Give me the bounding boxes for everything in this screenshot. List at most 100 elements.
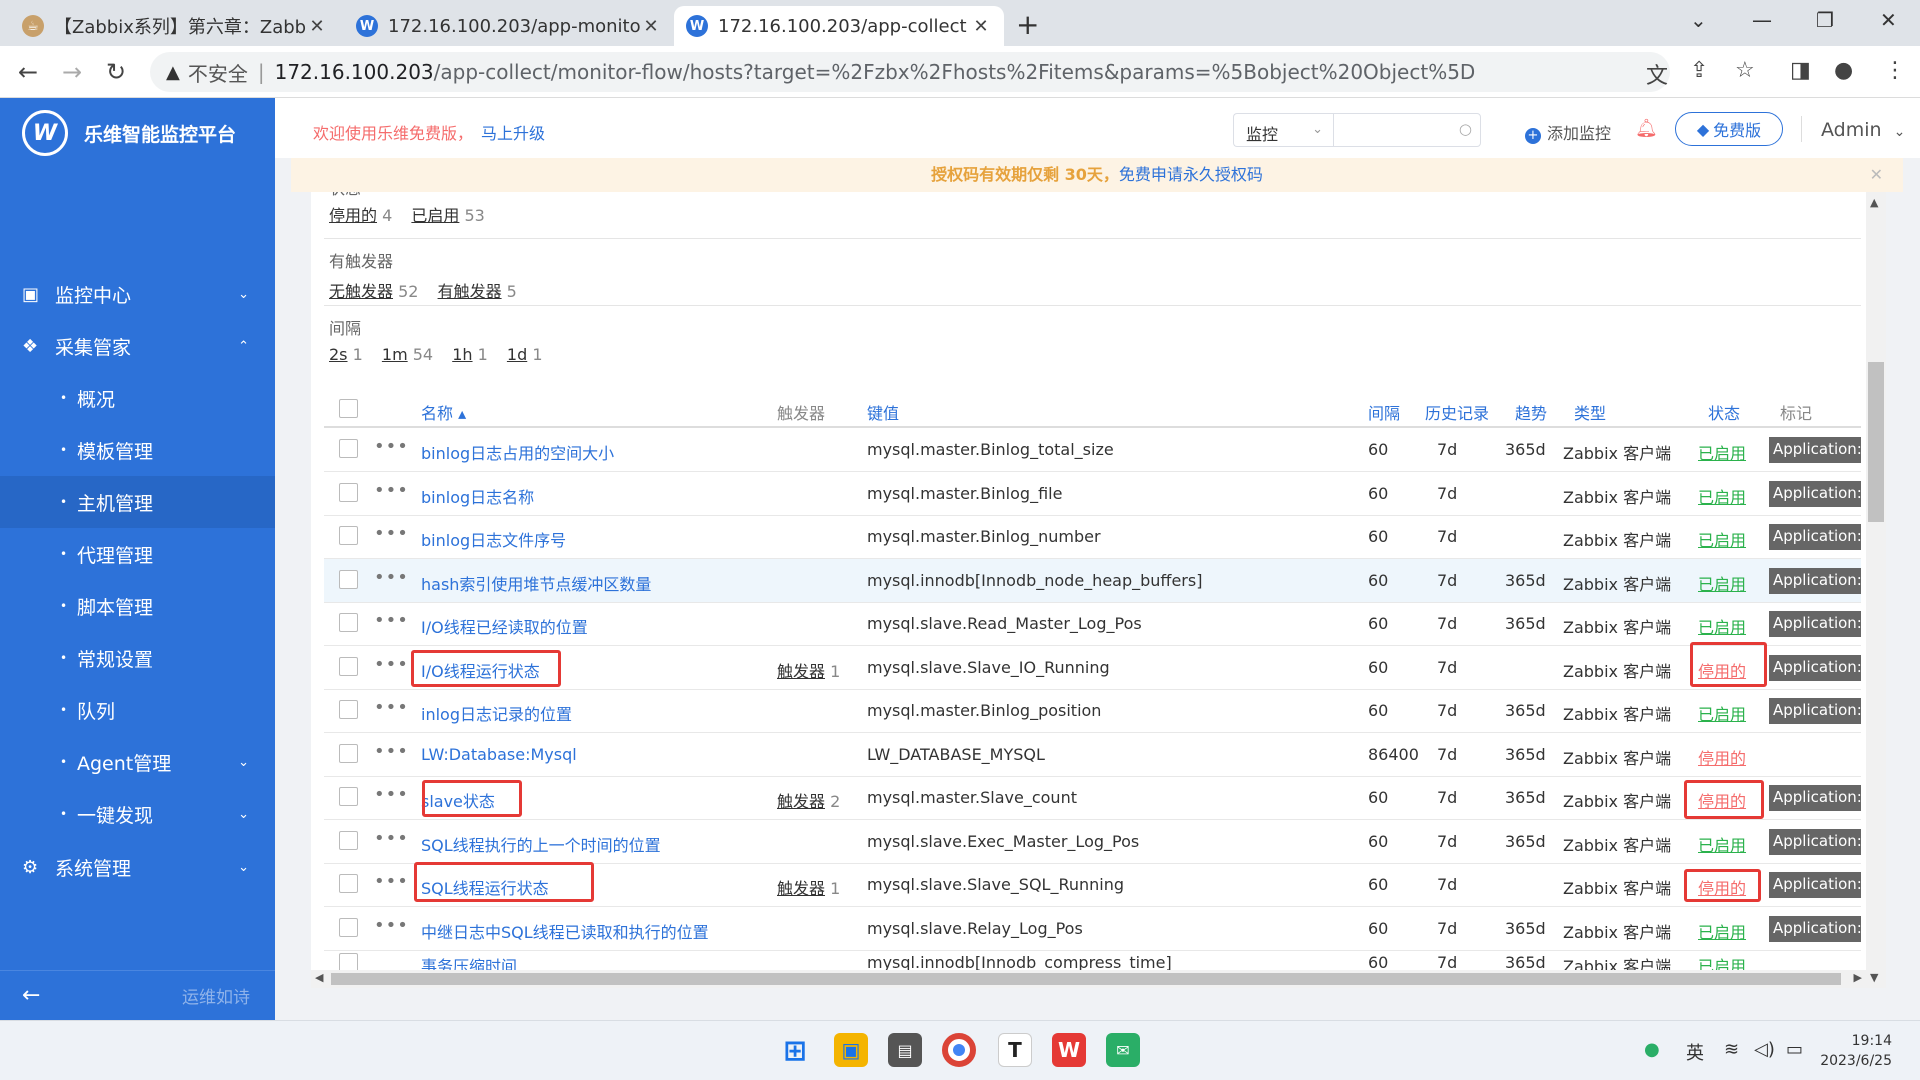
more-actions-icon[interactable]: •••: [374, 567, 409, 588]
filter-option[interactable]: 已启用: [411, 206, 459, 225]
item-status[interactable]: 已启用: [1698, 527, 1746, 551]
close-icon[interactable]: ✕: [1870, 158, 1883, 192]
url-field[interactable]: ▲ 不安全 | 172.16.100.203/app-collect/monit…: [150, 52, 1670, 92]
item-name-link[interactable]: binlog日志占用的空间大小: [421, 440, 614, 464]
select-all-checkbox[interactable]: [339, 399, 358, 418]
volume-icon[interactable]: ◁): [1754, 1039, 1775, 1060]
more-actions-icon[interactable]: •••: [374, 523, 409, 544]
share-icon[interactable]: ⇪: [1690, 58, 1708, 83]
system-clock[interactable]: 19:14 2023/6/25: [1820, 1031, 1892, 1071]
new-tab-button[interactable]: +: [1016, 8, 1039, 41]
column-type[interactable]: 类型: [1574, 400, 1606, 424]
tab-search-icon[interactable]: ⌄: [1690, 8, 1707, 32]
profile-avatar-icon[interactable]: ●: [1834, 58, 1853, 83]
sidebar-item-script-management[interactable]: • 脚本管理: [0, 580, 275, 632]
maximize-icon[interactable]: ❐: [1816, 8, 1834, 32]
table-row[interactable]: ••• binlog日志名称 mysql.master.Binlog_file 60 7…: [324, 472, 1861, 516]
table-row[interactable]: ••• I/O线程已经读取的位置 mysql.slave.Read_Master_L…: [324, 602, 1861, 646]
browser-tab-3-active[interactable]: W 172.16.100.203/app-collect ✕: [674, 6, 1004, 46]
sidebar-item-template-management[interactable]: • 模板管理: [0, 424, 275, 476]
table-row[interactable]: ••• binlog日志占用的空间大小 mysql.master.Binlog_to…: [324, 428, 1861, 472]
search-scope-select[interactable]: 监控 ⌄: [1233, 113, 1333, 147]
more-actions-icon[interactable]: •••: [374, 480, 409, 501]
more-actions-icon[interactable]: •••: [374, 915, 409, 936]
table-row[interactable]: ••• SQL线程执行的上一个时间的位置 mysql.slave.Exec_Mast…: [324, 820, 1861, 864]
table-row[interactable]: ••• LW:Database:Mysql LW_DATABASE_MYSQL 864…: [324, 733, 1861, 777]
more-actions-icon[interactable]: •••: [374, 610, 409, 631]
table-row[interactable]: ••• slave状态 触发器 2 mysql.master.Slave_count 6…: [324, 776, 1861, 820]
row-checkbox[interactable]: [339, 613, 358, 632]
sidepanel-icon[interactable]: ◨: [1790, 58, 1811, 83]
item-name-link[interactable]: SQL线程执行的上一个时间的位置: [421, 832, 661, 856]
sidebar-item-general-settings[interactable]: • 常规设置: [0, 632, 275, 684]
more-actions-icon[interactable]: •••: [374, 784, 409, 805]
sidebar-item-system-management[interactable]: ⚙ 系统管理 ⌄: [0, 841, 275, 893]
column-trends[interactable]: 趋势: [1515, 400, 1547, 424]
table-row[interactable]: ••• 中继日志中SQL线程已读取和执行的位置 mysql.slave.Relay_…: [324, 907, 1861, 951]
sidebar-item-collect-manager[interactable]: ❖ 采集管家 ⌃: [0, 320, 275, 372]
browser-menu-icon[interactable]: ⋮: [1884, 58, 1906, 83]
column-interval[interactable]: 间隔: [1368, 400, 1400, 424]
row-checkbox[interactable]: [339, 744, 358, 763]
row-checkbox[interactable]: [339, 787, 358, 806]
sidebar-item-queue[interactable]: • 队列: [0, 684, 275, 736]
item-status[interactable]: 已启用: [1698, 701, 1746, 725]
row-checkbox[interactable]: [339, 439, 358, 458]
sidebar-item-agent-management[interactable]: • Agent管理 ⌄: [0, 736, 275, 788]
wechat-tray-icon[interactable]: ●: [1644, 1039, 1660, 1060]
item-status[interactable]: 已启用: [1698, 484, 1746, 508]
item-triggers[interactable]: 触发器 1: [777, 658, 840, 682]
minimize-icon[interactable]: —: [1752, 8, 1772, 32]
sidebar-item-auto-discovery[interactable]: • 一键发现 ⌄: [0, 788, 275, 840]
window-close-icon[interactable]: ✕: [1880, 8, 1897, 32]
file-explorer-icon[interactable]: ▣: [834, 1033, 868, 1067]
table-row[interactable]: ••• inlog日志记录的位置 mysql.master.Binlog_posit…: [324, 689, 1861, 733]
row-checkbox[interactable]: [339, 700, 358, 719]
column-status[interactable]: 状态: [1708, 400, 1740, 424]
upgrade-link[interactable]: 马上升级: [481, 124, 545, 143]
browser-tab-1[interactable]: ☕ 【Zabbix系列】第六章：Zabbix ✕: [10, 6, 340, 46]
filter-option[interactable]: 2s: [329, 345, 348, 364]
filter-option[interactable]: 无触发器: [329, 282, 393, 301]
table-row[interactable]: ••• binlog日志文件序号 mysql.master.Binlog_numbe…: [324, 515, 1861, 559]
item-name-link[interactable]: binlog日志文件序号: [421, 527, 566, 551]
bell-icon[interactable]: 🔔︎: [1635, 118, 1658, 139]
close-tab-icon[interactable]: ✕: [640, 16, 662, 37]
brand-logo[interactable]: W 乐维智能监控平台: [22, 110, 236, 156]
item-name-link[interactable]: 中继日志中SQL线程已读取和执行的位置: [421, 919, 709, 943]
row-checkbox[interactable]: [339, 657, 358, 676]
windows-start-icon[interactable]: ⊞: [778, 1033, 812, 1067]
user-menu[interactable]: Admin ⌄: [1821, 119, 1905, 141]
forward-arrow-icon[interactable]: →: [62, 58, 82, 86]
scroll-up-arrow-icon[interactable]: ▲: [1870, 196, 1878, 209]
sidebar-item-proxy-management[interactable]: • 代理管理: [0, 528, 275, 580]
item-status[interactable]: 已启用: [1698, 919, 1746, 943]
row-checkbox[interactable]: [339, 874, 358, 893]
more-actions-icon[interactable]: •••: [374, 871, 409, 892]
add-monitor-button[interactable]: + 添加监控: [1525, 120, 1611, 144]
filter-option[interactable]: 1m: [382, 345, 408, 364]
item-status[interactable]: 已启用: [1698, 832, 1746, 856]
typora-icon[interactable]: T: [998, 1033, 1032, 1067]
column-key[interactable]: 键值: [867, 400, 899, 424]
wifi-icon[interactable]: ≋: [1724, 1039, 1739, 1060]
table-row[interactable]: ••• hash索引使用堆节点缓冲区数量 mysql.innodb[Innodb_n…: [324, 559, 1861, 603]
chrome-browser-icon[interactable]: [942, 1033, 976, 1067]
scroll-thumb[interactable]: [1868, 362, 1884, 522]
item-name-link[interactable]: inlog日志记录的位置: [421, 701, 572, 725]
vertical-scrollbar[interactable]: ▲ ▼: [1866, 192, 1886, 988]
more-actions-icon[interactable]: •••: [374, 654, 409, 675]
remote-desktop-icon[interactable]: ▤: [888, 1033, 922, 1067]
item-name-link[interactable]: hash索引使用堆节点缓冲区数量: [421, 571, 651, 595]
more-actions-icon[interactable]: •••: [374, 436, 409, 457]
item-name-link[interactable]: I/O线程已经读取的位置: [421, 614, 588, 638]
filter-option[interactable]: 1h: [452, 345, 472, 364]
column-name[interactable]: 名称 ▴: [421, 400, 466, 424]
translate-icon[interactable]: 文: [1646, 58, 1668, 90]
trigger-link[interactable]: 触发器: [777, 879, 825, 898]
row-checkbox[interactable]: [339, 526, 358, 545]
scroll-down-arrow-icon[interactable]: ▼: [1870, 971, 1878, 984]
sidebar-item-monitor-center[interactable]: ▣ 监控中心 ⌄: [0, 268, 275, 320]
apply-license-link[interactable]: 免费申请永久授权码: [1119, 165, 1263, 184]
row-checkbox[interactable]: [339, 570, 358, 589]
